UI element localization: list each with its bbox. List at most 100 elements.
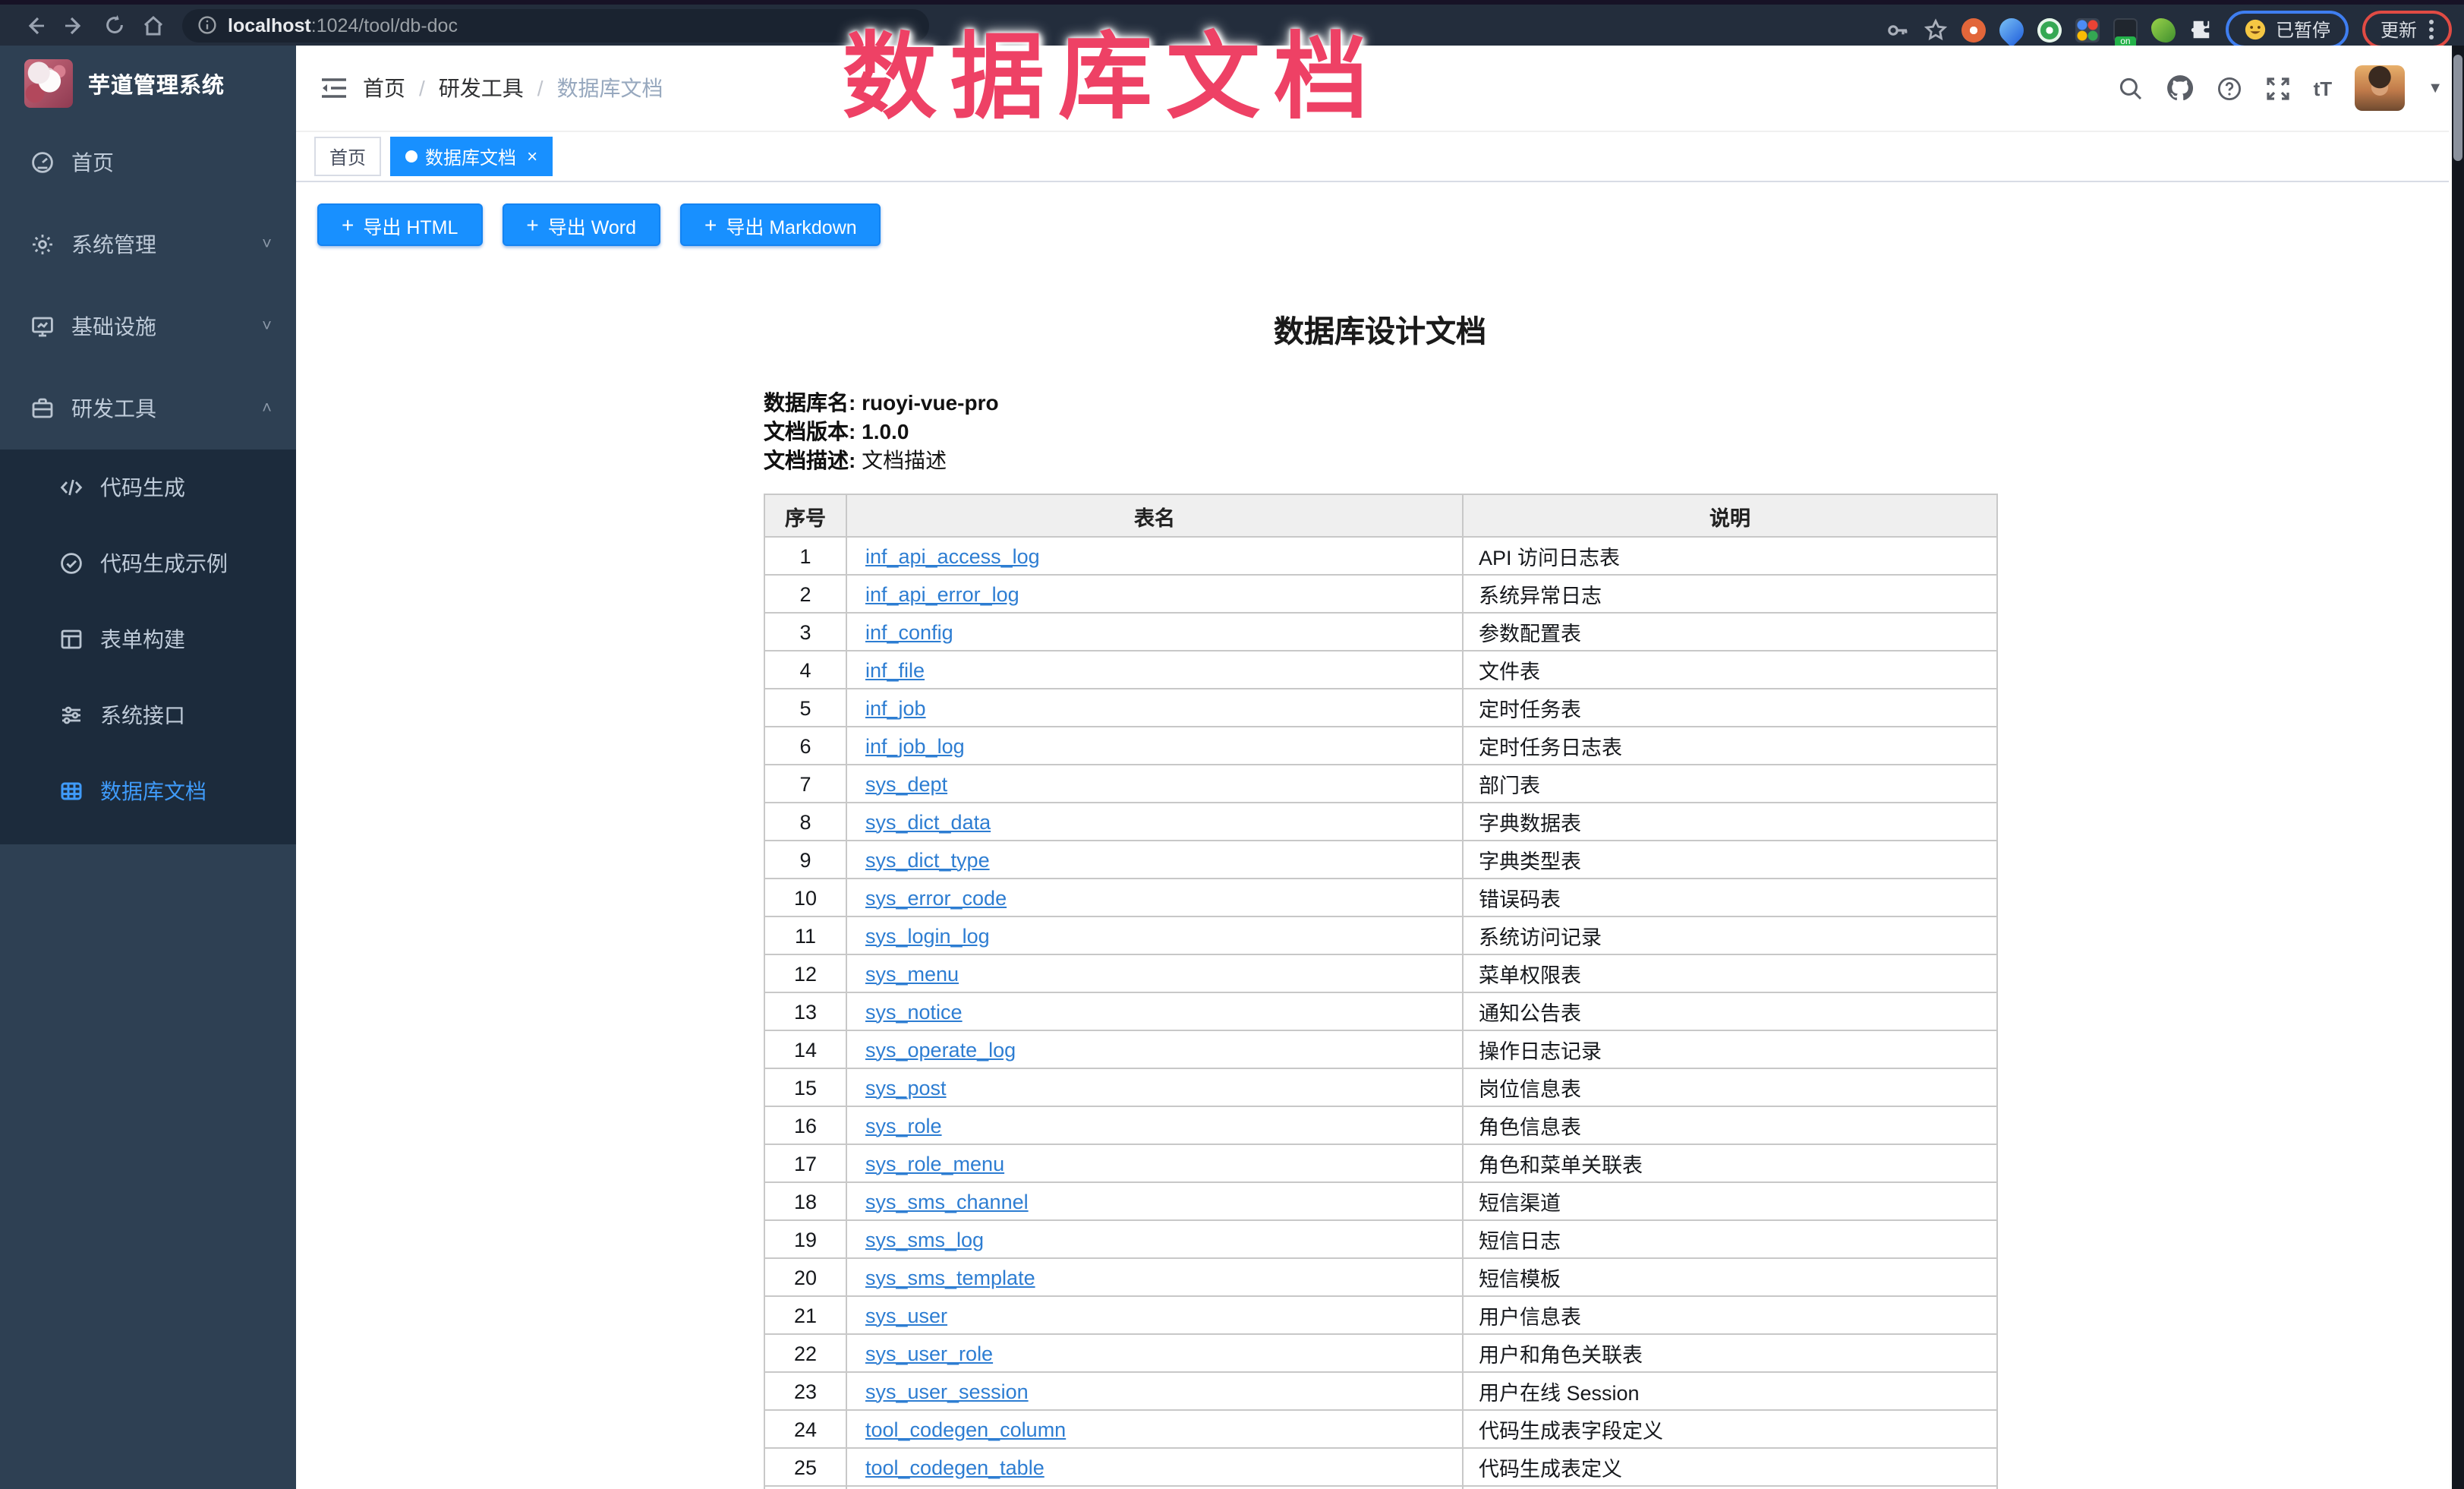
browser-home-icon[interactable] [134,5,173,45]
browser-back-icon[interactable] [15,5,55,45]
table-row: 8sys_dict_data字典数据表 [764,803,1997,841]
export-word-button[interactable]: + 导出 Word [502,203,660,246]
user-menu-caret-icon[interactable]: ▼ [2428,80,2443,96]
breadcrumb-devtools[interactable]: 研发工具 [439,73,524,103]
breadcrumb: 首页 / 研发工具 / 数据库文档 [363,73,663,103]
extension-leaf-icon[interactable] [2151,17,2176,42]
row-number: 23 [764,1372,846,1410]
table-row: 21sys_user用户信息表 [764,1296,1997,1334]
row-number: 14 [764,1030,846,1068]
table-desc-cell: 字典类型表 [1463,1486,1997,1489]
table-desc-cell: 短信渠道 [1463,1182,1997,1220]
table-name-cell: sys_sms_log [846,1220,1463,1258]
table-name-link[interactable]: inf_api_error_log [865,582,1019,605]
table-name-link[interactable]: sys_post [865,1076,947,1099]
tag-home[interactable]: 首页 [314,137,381,176]
row-number: 7 [764,765,846,803]
table-name-link[interactable]: sys_dept [865,772,947,795]
url-path: :1024/tool/db-doc [311,14,458,36]
table-name-cell: inf_api_access_log [846,537,1463,575]
help-icon[interactable] [2217,75,2242,101]
table-name-link[interactable]: inf_job [865,696,926,719]
sidebar-item-form-builder[interactable]: 表单构建 [0,601,296,677]
fullscreen-icon[interactable] [2265,75,2291,101]
bookmark-star-icon[interactable] [1924,17,1948,42]
scrollbar-thumb[interactable] [2453,55,2462,161]
font-size-icon[interactable]: tT [2314,77,2333,99]
sidebar: 芋道管理系统 首页 系统管理 ˅ 基础设施 ˅ [0,46,296,1489]
sidebar-item-system-api[interactable]: 系统接口 [0,677,296,753]
address-bar[interactable]: localhost:1024/tool/db-doc [182,8,929,42]
table-name-cell: sys_dict_data [846,803,1463,841]
sidebar-item-db-doc[interactable]: 数据库文档 [0,753,296,829]
profile-paused-chip[interactable]: 已暂停 [2226,11,2349,49]
table-name-link[interactable]: sys_user_role [865,1342,993,1364]
table-row: 6inf_job_log定时任务日志表 [764,727,1997,765]
table-name-link[interactable]: sys_notice [865,1000,963,1023]
extension-grid-icon[interactable] [2075,17,2100,42]
table-name-link[interactable]: inf_api_access_log [865,544,1040,567]
table-name-link[interactable]: inf_job_log [865,734,965,757]
table-row: 15sys_post岗位信息表 [764,1068,1997,1106]
table-name-cell: sys_login_log [846,916,1463,954]
table-name-link[interactable]: sys_dict_type [865,848,990,871]
tag-label: 首页 [329,144,366,169]
table-name-link[interactable]: sys_sms_log [865,1228,984,1251]
export-markdown-button[interactable]: + 导出 Markdown [680,203,881,246]
close-icon[interactable]: × [527,146,537,167]
table-name-link[interactable]: sys_sms_template [865,1266,1035,1289]
db-doc: 数据库设计文档 数据库名: ruoyi-vue-pro 文档版本: 1.0.0 … [764,307,1996,1489]
browser-menu-icon[interactable] [2429,20,2434,39]
row-number: 8 [764,803,846,841]
sidebar-item-infra[interactable]: 基础设施 ˅ [0,285,296,368]
table-name-link[interactable]: sys_dict_data [865,810,991,833]
table-desc-cell: 通知公告表 [1463,992,1997,1030]
breadcrumb-separator: / [537,76,544,100]
github-icon[interactable] [2166,74,2194,102]
row-number: 18 [764,1182,846,1220]
user-avatar[interactable] [2355,65,2405,111]
table-name-cell: sys_post [846,1068,1463,1106]
table-row: 14sys_operate_log操作日志记录 [764,1030,1997,1068]
search-icon[interactable] [2118,75,2144,101]
table-name-link[interactable]: sys_role_menu [865,1152,1004,1175]
site-info-icon[interactable] [197,15,217,35]
sidebar-collapse-icon[interactable] [317,71,351,105]
app-logo-row[interactable]: 芋道管理系统 [0,46,296,121]
password-key-icon[interactable] [1886,17,1910,42]
page-scrollbar[interactable] [2452,46,2464,1489]
table-name-link[interactable]: tool_codegen_table [865,1456,1045,1478]
sidebar-item-system[interactable]: 系统管理 ˅ [0,203,296,285]
extension-tampermonkey-icon[interactable]: on [2113,17,2138,42]
sidebar-item-home[interactable]: 首页 [0,121,296,203]
browser-forward-icon[interactable] [55,5,94,45]
browser-reload-icon[interactable] [94,5,134,45]
table-name-link[interactable]: sys_error_code [865,886,1007,909]
extension-adblock-icon[interactable] [1961,17,1986,42]
tag-db-doc[interactable]: 数据库文档 × [390,137,553,176]
row-number: 1 [764,537,846,575]
sidebar-item-label: 首页 [71,147,114,178]
table-name-link[interactable]: sys_role [865,1114,942,1137]
browser-update-button[interactable]: 更新 [2362,11,2452,49]
sidebar-item-label: 系统接口 [100,700,185,730]
extensions-puzzle-icon[interactable] [2189,18,2212,41]
table-name-link[interactable]: sys_login_log [865,924,990,947]
table-name-link[interactable]: sys_operate_log [865,1038,1016,1061]
extension-check-icon[interactable] [2037,17,2062,42]
row-number: 10 [764,879,846,916]
table-name-link[interactable]: sys_user_session [865,1380,1029,1402]
extension-pin-icon[interactable] [1994,12,2028,46]
sidebar-item-devtools[interactable]: 研发工具 ˄ [0,368,296,450]
export-html-button[interactable]: + 导出 HTML [317,203,482,246]
sidebar-item-codegen[interactable]: 代码生成 [0,450,296,525]
sidebar-item-codegen-demo[interactable]: 代码生成示例 [0,525,296,601]
table-desc-cell: 部门表 [1463,765,1997,803]
table-name-link[interactable]: tool_codegen_column [865,1418,1066,1440]
table-name-link[interactable]: sys_menu [865,962,959,985]
table-name-link[interactable]: inf_config [865,620,953,643]
table-name-link[interactable]: sys_user [865,1304,947,1327]
table-name-link[interactable]: sys_sms_channel [865,1190,1029,1213]
table-name-link[interactable]: inf_file [865,658,925,681]
breadcrumb-home[interactable]: 首页 [363,73,405,103]
